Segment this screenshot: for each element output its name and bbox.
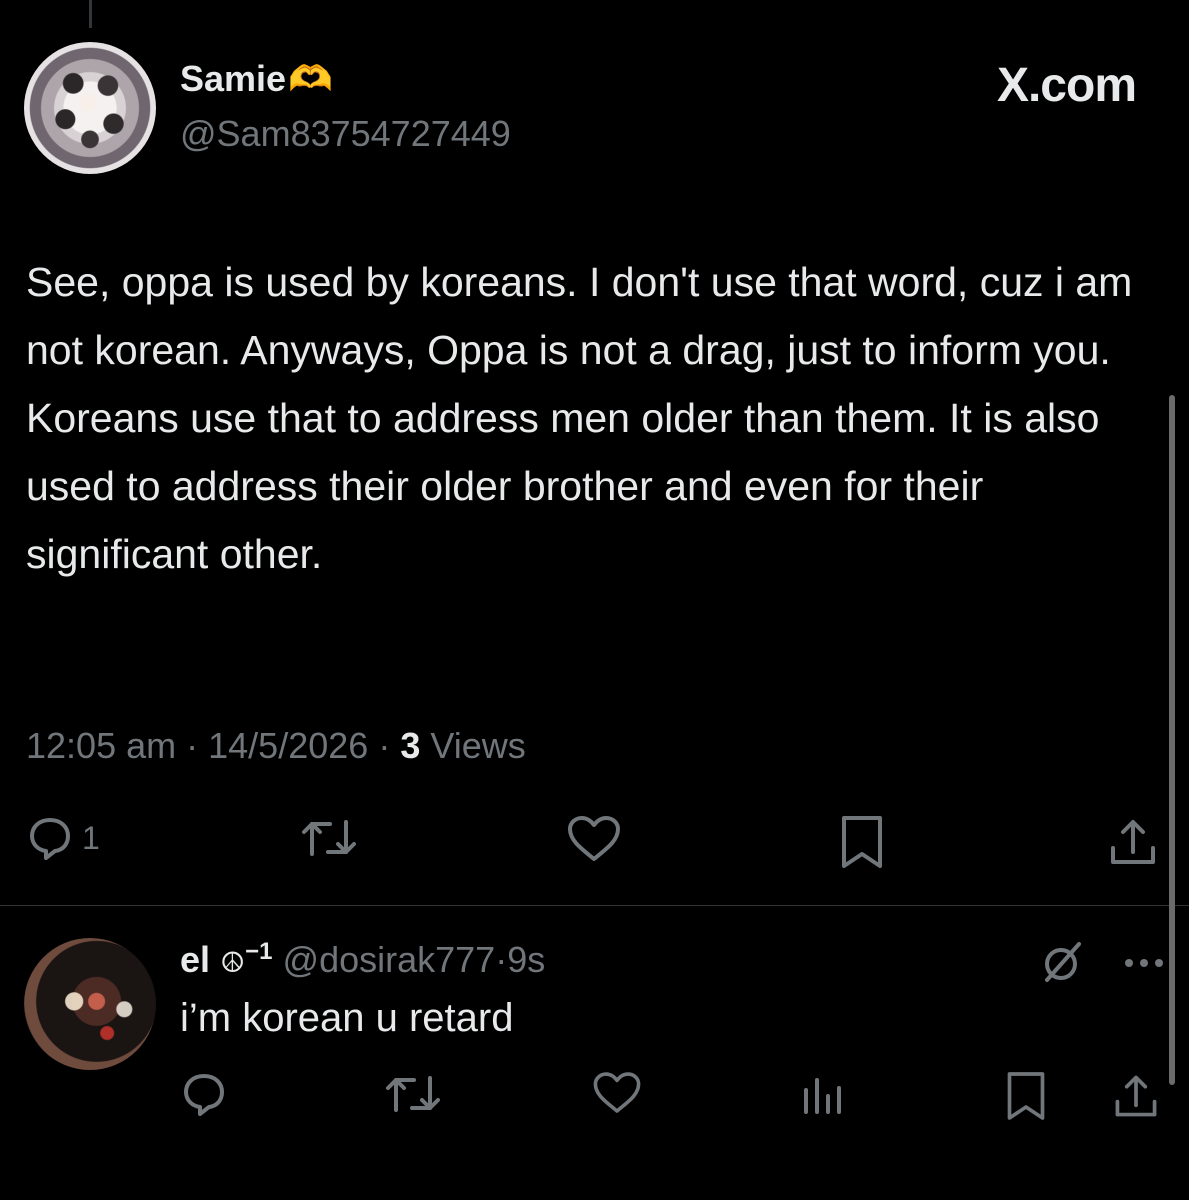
reply-name-superscript: −1 [245,938,273,965]
reply-reply-button[interactable] [180,1070,228,1118]
reply-author-name-text: el [180,939,211,980]
author-handle[interactable]: @Sam83754727449 [180,113,511,155]
share-button[interactable] [1105,814,1161,870]
reply-top-actions [1039,938,1165,991]
like-icon [564,814,624,864]
meta-separator: · [378,725,391,766]
analytics-icon [800,1070,846,1118]
like-button[interactable] [564,814,624,864]
reply-author-avatar[interactable] [24,938,156,1070]
like-icon [590,1070,644,1116]
post-action-bar: 1 [0,808,1189,880]
reply-author-handle[interactable]: @dosirak777 [283,939,496,980]
reply-action-bar [0,1070,1189,1130]
share-icon [1110,1070,1162,1122]
more-icon[interactable] [1123,956,1165,974]
reply-text: i’m korean u retard [180,996,514,1040]
share-icon [1105,814,1161,870]
repost-button[interactable] [300,814,358,862]
views-count: 3 [400,725,421,766]
repost-icon [300,814,358,862]
scrollbar[interactable] [1169,395,1175,1085]
reply-button[interactable]: 1 [26,814,100,862]
meta-separator: · [186,725,199,766]
author-name-text: Samie [180,58,287,99]
repost-icon [384,1070,442,1118]
reply-bookmark-button[interactable] [1004,1070,1048,1122]
post-time[interactable]: 12:05 am [26,725,176,766]
reply-separator: · [495,939,508,980]
reply-header: el ☮−1 @dosirak777·9s [180,938,545,981]
author-avatar[interactable] [24,42,156,174]
section-divider [0,905,1189,906]
bookmark-button[interactable] [838,814,886,870]
author-display-name[interactable]: Samie🫶 [180,58,333,100]
reply-analytics-button[interactable] [800,1070,846,1118]
reply-repost-button[interactable] [384,1070,442,1118]
bookmark-icon [838,814,886,870]
views-label: Views [430,725,526,766]
reply-icon [26,814,74,862]
brand-watermark: X.com [996,59,1137,112]
post-metadata: 12:05 am · 14/5/2026 · 3 Views [26,725,526,767]
bookmark-icon [1004,1070,1048,1122]
reply-count: 1 [82,819,100,856]
reply-icon [180,1070,228,1118]
post-text: See, oppa is used by koreans. I don't us… [26,259,1133,577]
post-date[interactable]: 14/5/2026 [208,725,368,766]
reply-like-button[interactable] [590,1070,644,1116]
reply-share-button[interactable] [1110,1070,1162,1122]
reply-time[interactable]: 9s [507,939,545,980]
reply-name-symbol: ☮ [220,947,246,978]
thread-line [89,0,92,28]
grok-icon[interactable] [1039,938,1087,991]
reply-author-name[interactable]: el ☮−1 [180,938,273,980]
heart-hands-emoji: 🫶 [288,58,333,99]
